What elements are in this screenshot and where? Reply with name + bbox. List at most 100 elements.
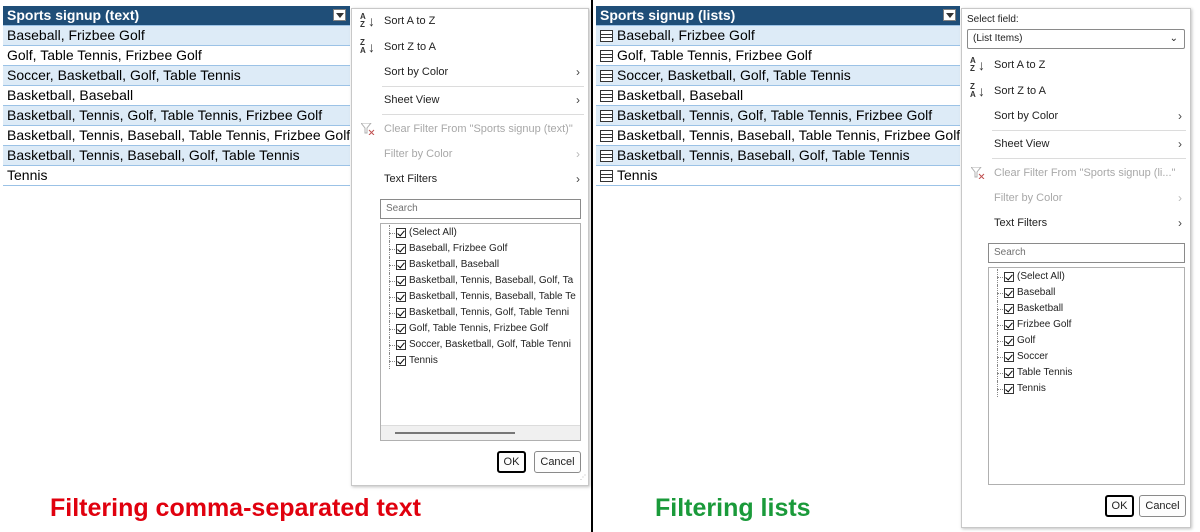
checkbox-checked-icon[interactable] xyxy=(1004,288,1014,298)
tree-line xyxy=(389,289,395,305)
sort-az-item[interactable]: A Z ↓ Sort A to Z xyxy=(352,11,588,31)
ok-button[interactable]: OK xyxy=(497,451,526,473)
table-row[interactable]: Basketball, Baseball xyxy=(596,86,960,106)
select-field-dropdown[interactable]: (List Items) ⌄ xyxy=(967,29,1185,49)
table-row[interactable]: Baseball, Frizbee Golf xyxy=(596,26,960,46)
table-row[interactable]: Soccer, Basketball, Golf, Table Tennis xyxy=(596,66,960,86)
checkbox-checked-icon[interactable] xyxy=(396,276,406,286)
sheet-view-label: Sheet View xyxy=(994,138,1050,150)
list-item-label: (Select All) xyxy=(409,227,457,238)
list-item[interactable]: (Select All) xyxy=(997,269,1065,285)
table-row[interactable]: Basketball, Tennis, Golf, Table Tennis, … xyxy=(3,106,350,126)
sheet-view-item[interactable]: Sheet View › xyxy=(352,90,588,110)
list-item[interactable]: Basketball, Tennis, Golf, Table Tenni xyxy=(389,305,569,321)
filter-values-list[interactable]: (Select All) Baseball Basketball Frizbee… xyxy=(988,267,1185,485)
sort-az-icon: A Z ↓ xyxy=(970,56,985,74)
table-row[interactable]: Basketball, Baseball xyxy=(3,86,350,106)
horizontal-scrollbar[interactable] xyxy=(381,425,580,440)
clear-filter-item[interactable]: Clear Filter From "Sports signup (li..." xyxy=(962,163,1190,183)
list-item[interactable]: Basketball xyxy=(997,301,1063,317)
list-item[interactable]: Tennis xyxy=(389,353,438,369)
list-item[interactable]: Basketball, Baseball xyxy=(389,257,499,273)
checkbox-checked-icon[interactable] xyxy=(396,292,406,302)
filter-by-color-label: Filter by Color xyxy=(994,192,1063,204)
sort-za-item[interactable]: Z A ↓ Sort Z to A xyxy=(352,37,588,57)
filter-by-color-item[interactable]: Filter by Color › xyxy=(352,144,588,164)
list-item[interactable]: (Select All) xyxy=(389,225,457,241)
checkbox-checked-icon[interactable] xyxy=(396,260,406,270)
cell-text: Basketball, Tennis, Golf, Table Tennis, … xyxy=(7,107,323,123)
sort-az-label: Sort A to Z xyxy=(994,59,1046,71)
checkbox-checked-icon[interactable] xyxy=(396,340,406,350)
list-item[interactable]: Soccer xyxy=(997,349,1048,365)
cell-text: Soccer, Basketball, Golf, Table Tennis xyxy=(7,67,241,83)
sort-by-color-item[interactable]: Sort by Color › xyxy=(352,62,588,82)
filter-by-color-item[interactable]: Filter by Color › xyxy=(962,188,1190,208)
sort-by-color-item[interactable]: Sort by Color › xyxy=(962,106,1190,126)
cancel-button[interactable]: Cancel xyxy=(1139,495,1186,517)
sort-az-item[interactable]: A Z ↓ Sort A to Z xyxy=(962,55,1190,75)
checkbox-checked-icon[interactable] xyxy=(1004,352,1014,362)
checkbox-checked-icon[interactable] xyxy=(396,356,406,366)
table-row[interactable]: Golf, Table Tennis, Frizbee Golf xyxy=(596,46,960,66)
list-row-icon xyxy=(600,69,613,82)
ok-button[interactable]: OK xyxy=(1105,495,1134,517)
text-filters-item[interactable]: Text Filters › xyxy=(352,169,588,189)
list-item[interactable]: Basketball, Tennis, Baseball, Golf, Ta xyxy=(389,273,573,289)
tree-line xyxy=(389,257,395,273)
sort-za-icon: Z A ↓ xyxy=(970,82,985,100)
text-filters-item[interactable]: Text Filters › xyxy=(962,213,1190,233)
list-row-icon xyxy=(600,49,613,62)
table-row[interactable]: Golf, Table Tennis, Frizbee Golf xyxy=(3,46,350,66)
list-item-label: Tennis xyxy=(1017,383,1046,394)
tree-line xyxy=(389,273,395,289)
checkbox-checked-icon[interactable] xyxy=(1004,384,1014,394)
table-row[interactable]: Tennis xyxy=(596,166,960,186)
list-item[interactable]: Golf, Table Tennis, Frizbee Golf xyxy=(389,321,548,337)
list-item[interactable]: Baseball, Frizbee Golf xyxy=(389,241,507,257)
table-row[interactable]: Basketball, Tennis, Baseball, Table Tenn… xyxy=(596,126,960,146)
checkbox-checked-icon[interactable] xyxy=(1004,336,1014,346)
sort-za-item[interactable]: Z A ↓ Sort Z to A xyxy=(962,81,1190,101)
clear-filter-item[interactable]: Clear Filter From "Sports signup (text)" xyxy=(352,119,588,139)
menu-divider xyxy=(382,86,584,87)
list-item[interactable]: Basketball, Tennis, Baseball, Table Te xyxy=(389,289,576,305)
tree-line xyxy=(997,269,1003,285)
list-item[interactable]: Table Tennis xyxy=(997,365,1072,381)
list-item[interactable]: Golf xyxy=(997,333,1035,349)
sheet-view-item[interactable]: Sheet View › xyxy=(962,134,1190,154)
list-item-label: Basketball xyxy=(1017,303,1064,314)
scrollbar-thumb[interactable] xyxy=(395,432,515,434)
table-row[interactable]: Basketball, Tennis, Baseball, Table Tenn… xyxy=(3,126,350,146)
filter-values-list[interactable]: (Select All) Baseball, Frizbee Golf Bask… xyxy=(380,223,581,441)
table-row[interactable]: Baseball, Frizbee Golf xyxy=(3,26,350,46)
filter-dropdown-button[interactable] xyxy=(943,9,956,21)
checkbox-checked-icon[interactable] xyxy=(396,324,406,334)
search-input[interactable]: Search xyxy=(380,199,581,219)
cell-text: Basketball, Tennis, Baseball, Table Tenn… xyxy=(7,127,350,143)
table-row[interactable]: Tennis xyxy=(3,166,350,186)
search-input[interactable]: Search xyxy=(988,243,1185,263)
list-item[interactable]: Soccer, Basketball, Golf, Table Tenni xyxy=(389,337,571,353)
checkbox-checked-icon[interactable] xyxy=(1004,368,1014,378)
checkbox-checked-icon[interactable] xyxy=(396,228,406,238)
list-item[interactable]: Tennis xyxy=(997,381,1046,397)
table-row[interactable]: Basketball, Tennis, Golf, Table Tennis, … xyxy=(596,106,960,126)
cancel-button[interactable]: Cancel xyxy=(534,451,581,473)
tree-line xyxy=(389,353,395,369)
resize-grip-icon[interactable]: ⋰ xyxy=(580,475,586,483)
table-row[interactable]: Soccer, Basketball, Golf, Table Tennis xyxy=(3,66,350,86)
checkbox-checked-icon[interactable] xyxy=(1004,272,1014,282)
filter-dropdown-button[interactable] xyxy=(333,9,346,21)
checkbox-checked-icon[interactable] xyxy=(396,308,406,318)
select-field-label: Select field: xyxy=(967,14,1019,25)
checkbox-checked-icon[interactable] xyxy=(1004,320,1014,330)
checkbox-checked-icon[interactable] xyxy=(1004,304,1014,314)
table-row[interactable]: Basketball, Tennis, Baseball, Golf, Tabl… xyxy=(596,146,960,166)
list-item-label: Basketball, Tennis, Baseball, Golf, Ta xyxy=(409,275,574,286)
checkbox-checked-icon[interactable] xyxy=(396,244,406,254)
filter-by-color-label: Filter by Color xyxy=(384,148,453,160)
list-item[interactable]: Baseball xyxy=(997,285,1055,301)
table-row[interactable]: Basketball, Tennis, Baseball, Golf, Tabl… xyxy=(3,146,350,166)
list-item[interactable]: Frizbee Golf xyxy=(997,317,1071,333)
